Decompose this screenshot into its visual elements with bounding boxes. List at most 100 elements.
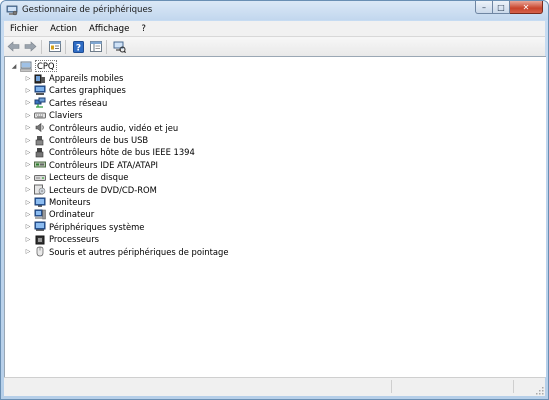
expand-arrow-icon[interactable]: ▷ — [24, 161, 32, 168]
scan-hardware-icon — [113, 41, 126, 53]
ieee1394-icon — [34, 147, 46, 158]
toolbar-separator — [65, 39, 66, 54]
mobile-device-icon — [34, 73, 46, 84]
system-devices-icon — [34, 221, 46, 232]
tree-item-label: Contrôleurs de bus USB — [49, 135, 149, 145]
tree-item-label: Cartes réseau — [49, 97, 108, 108]
menu-fichier[interactable]: Fichier — [4, 24, 44, 34]
expand-arrow-icon[interactable]: ▷ — [24, 211, 32, 218]
expand-arrow-icon[interactable]: ▷ — [24, 199, 32, 206]
window-title: Gestionnaire de périphériques — [22, 5, 153, 15]
resize-grip-icon[interactable] — [534, 385, 544, 395]
tree-item[interactable]: ▷ Claviers — [24, 109, 83, 121]
minimize-button[interactable]: – — [475, 1, 493, 14]
tree-item[interactable]: ▷ Moniteurs — [24, 196, 91, 208]
speaker-icon — [34, 122, 46, 133]
console-view-button[interactable] — [88, 39, 103, 54]
tree-item[interactable]: ▷ Cartes réseau — [24, 97, 107, 109]
mouse-icon — [34, 246, 46, 257]
tree-item-label: Contrôleurs IDE ATA/ATAPI — [49, 159, 158, 170]
tree-item[interactable]: ▷ Processeurs — [24, 233, 99, 245]
tree-item-label: Contrôleurs audio, vidéo et jeu — [49, 122, 179, 133]
svg-text:?: ? — [76, 43, 81, 53]
expand-arrow-icon[interactable]: ▷ — [24, 149, 32, 156]
tree-item[interactable]: ▷ Lecteurs de DVD/CD-ROM — [24, 184, 157, 196]
properties-view-button[interactable] — [47, 39, 62, 54]
tree-item[interactable]: ▷ Contrôleurs IDE ATA/ATAPI — [24, 159, 158, 171]
tree-item-label: Lecteurs de disque — [49, 172, 129, 183]
help-button[interactable]: ? — [71, 39, 86, 54]
forward-button[interactable] — [23, 39, 38, 54]
computer-icon — [20, 61, 32, 72]
tree-root[interactable]: ◢ CPQ — [10, 60, 57, 72]
usb-icon — [34, 135, 46, 146]
collapse-arrow-icon[interactable]: ◢ — [10, 63, 18, 70]
menu-action[interactable]: Action — [44, 24, 83, 34]
help-icon: ? — [73, 40, 84, 53]
tree-item[interactable]: ▷ Cartes graphiques — [24, 84, 126, 96]
tree-item[interactable]: ▷ Périphériques système — [24, 221, 144, 233]
tree-item-label: Moniteurs — [49, 197, 91, 207]
keyboard-icon — [34, 110, 46, 121]
menu-affichage[interactable]: Affichage — [83, 24, 135, 34]
dvd-drive-icon — [34, 184, 46, 195]
properties-view-icon — [48, 41, 61, 52]
close-icon: ✕ — [522, 2, 530, 12]
expand-arrow-icon[interactable]: ▷ — [24, 137, 32, 144]
minimize-icon: – — [482, 2, 486, 12]
tree-item-label: Appareils mobiles — [49, 73, 124, 83]
tree-item[interactable]: ▷ Lecteurs de disque — [24, 171, 129, 183]
device-tree[interactable]: ◢ CPQ ▷ Appareils mobiles ▷ Cartes graphiqu… — [4, 56, 546, 377]
disk-drive-icon — [34, 172, 46, 183]
root-label: CPQ — [35, 60, 57, 72]
tree-item[interactable]: ▷ Souris et autres périphériques de point… — [24, 246, 229, 258]
computer-icon — [34, 209, 46, 220]
forward-icon — [24, 41, 37, 52]
expand-arrow-icon[interactable]: ▷ — [24, 236, 32, 243]
tree-item[interactable]: ▷ Ordinateur — [24, 208, 94, 220]
ide-controller-icon — [34, 159, 46, 170]
expand-arrow-icon[interactable]: ▷ — [24, 248, 32, 255]
toolbar-separator — [41, 39, 42, 54]
tree-item-label: Contrôleurs hôte de bus IEEE 1394 — [49, 147, 195, 158]
maximize-button[interactable]: □ — [493, 1, 510, 14]
toolbar-separator — [106, 39, 107, 54]
expand-arrow-icon[interactable]: ▷ — [24, 75, 32, 82]
close-button[interactable]: ✕ — [510, 1, 543, 14]
tree-item[interactable]: ▷ Contrôleurs audio, vidéo et jeu — [24, 122, 178, 134]
maximize-icon: □ — [497, 2, 505, 12]
device-manager-window: Gestionnaire de périphériques – □ ✕ Fich… — [0, 0, 549, 400]
device-manager-icon — [6, 4, 18, 16]
expand-arrow-icon[interactable]: ▷ — [24, 99, 32, 106]
status-bar — [4, 377, 545, 396]
expand-arrow-icon[interactable]: ▷ — [24, 87, 32, 94]
tree-item-label: Souris et autres périphériques de pointa… — [49, 246, 229, 257]
tree-item-label: Périphériques système — [49, 221, 145, 232]
status-panel-divider — [513, 380, 515, 393]
processor-icon — [34, 234, 46, 245]
title-bar[interactable]: Gestionnaire de périphériques – □ ✕ — [1, 1, 548, 20]
tree-item[interactable]: ▷ Appareils mobiles — [24, 72, 123, 84]
toolbar: ? — [4, 36, 545, 57]
status-panel-divider — [391, 380, 393, 393]
back-button[interactable] — [6, 39, 21, 54]
expand-arrow-icon[interactable]: ▷ — [24, 223, 32, 230]
expand-arrow-icon[interactable]: ▷ — [24, 124, 32, 131]
back-icon — [7, 41, 20, 52]
tree-item[interactable]: ▷ Contrôleurs hôte de bus IEEE 1394 — [24, 146, 195, 158]
tree-item-label: Ordinateur — [49, 209, 95, 220]
expand-arrow-icon[interactable]: ▷ — [24, 186, 32, 193]
tree-item-label: Cartes graphiques — [49, 85, 126, 96]
display-adapter-icon — [34, 85, 46, 96]
expand-arrow-icon[interactable]: ▷ — [24, 174, 32, 181]
menu-help[interactable]: ? — [135, 24, 152, 34]
network-adapter-icon — [34, 97, 46, 108]
expand-arrow-icon[interactable]: ▷ — [24, 112, 32, 119]
tree-item-label: Claviers — [49, 110, 83, 121]
console-view-icon — [89, 41, 102, 52]
tree-item[interactable]: ▷ Contrôleurs de bus USB — [24, 134, 149, 146]
scan-hardware-button[interactable] — [112, 39, 127, 54]
tree-item-label: Processeurs — [49, 234, 100, 245]
menu-bar: Fichier Action Affichage ? — [4, 21, 545, 36]
tree-item-label: Lecteurs de DVD/CD-ROM — [49, 184, 157, 195]
